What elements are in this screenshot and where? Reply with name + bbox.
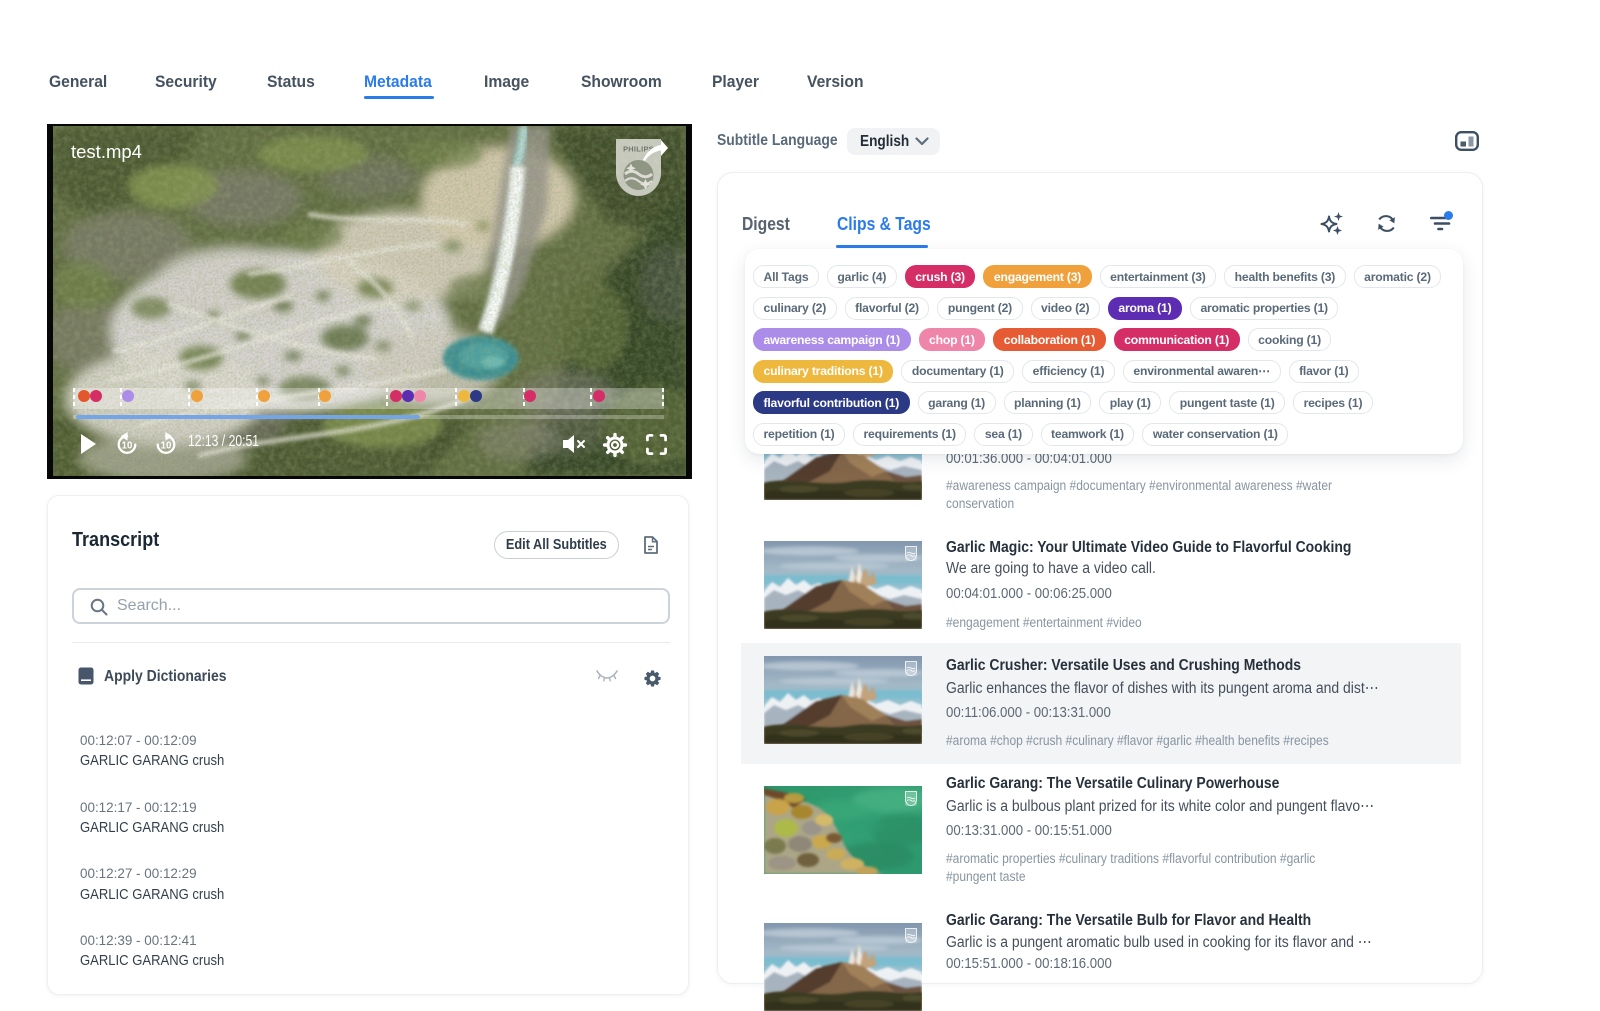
svg-text:10: 10 [122,440,133,451]
svg-text:10: 10 [161,440,172,451]
